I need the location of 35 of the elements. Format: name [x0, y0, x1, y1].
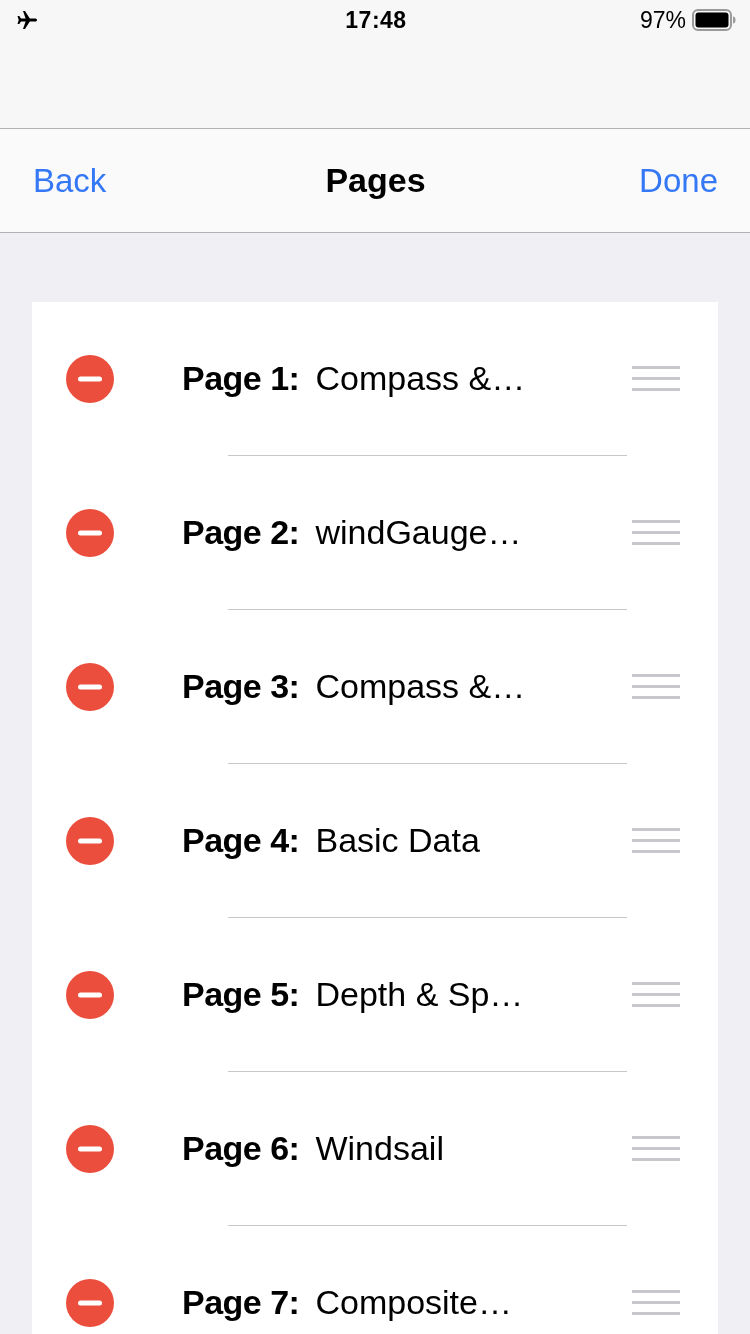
page-name: Depth & Sp… [315, 974, 524, 1015]
page-number-label: Page 6: [182, 1128, 300, 1169]
back-button[interactable]: Back [33, 160, 107, 201]
page-number-label: Page 7: [182, 1282, 300, 1323]
page-name: Basic Data [315, 820, 480, 861]
delete-icon[interactable] [66, 508, 114, 557]
done-button[interactable]: Done [639, 160, 718, 201]
drag-handle-icon[interactable] [632, 1290, 680, 1315]
drag-handle-icon[interactable] [632, 828, 680, 853]
battery-percentage: 97% [639, 5, 686, 35]
delete-icon[interactable] [66, 1124, 114, 1173]
delete-icon[interactable] [66, 1278, 114, 1327]
page-name: Windsail [315, 1128, 444, 1169]
drag-handle-icon[interactable] [632, 1136, 680, 1161]
airplane-icon [16, 10, 38, 30]
page-name: Composite… [315, 1282, 512, 1323]
page-number-label: Page 3: [182, 666, 300, 707]
battery-icon [692, 9, 736, 31]
status-time: 17:48 [345, 5, 407, 35]
drag-handle-icon[interactable] [632, 520, 680, 545]
page-number-label: Page 4: [182, 820, 300, 861]
drag-handle-icon[interactable] [632, 674, 680, 699]
delete-icon[interactable] [66, 970, 114, 1019]
delete-icon[interactable] [66, 816, 114, 865]
delete-icon[interactable] [66, 662, 114, 711]
page-name: Compass &… [315, 358, 526, 399]
drag-handle-icon[interactable] [632, 982, 680, 1007]
drag-handle-icon[interactable] [632, 366, 680, 391]
page-number-label: Page 1: [182, 358, 300, 399]
page-name: Compass &… [315, 666, 526, 707]
page-number-label: Page 2: [182, 512, 300, 553]
page-title: Pages [325, 160, 426, 201]
delete-icon[interactable] [66, 354, 114, 403]
page-number-label: Page 5: [182, 974, 300, 1015]
page-name: windGauge… [315, 512, 522, 553]
